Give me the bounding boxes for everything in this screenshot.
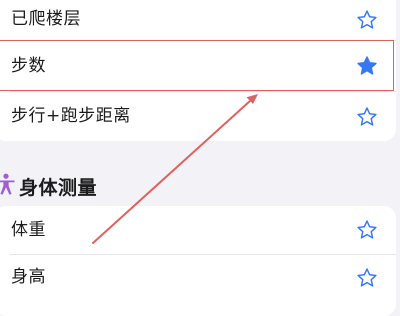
list-item-label: 步数	[11, 56, 46, 76]
star-filled-icon[interactable]	[356, 55, 378, 77]
section-title: 身体测量	[19, 177, 98, 199]
list-item-label: 步行+跑步距离	[11, 106, 131, 126]
list-item-height[interactable]: 身高	[0, 255, 396, 305]
list-item-walking-running-distance[interactable]: 步行+跑步距离	[0, 92, 396, 141]
list-item-steps[interactable]: 步数	[0, 41, 396, 91]
star-outline-icon[interactable]	[356, 219, 378, 241]
list-item-floors-climbed[interactable]: 已爬楼层	[0, 0, 396, 40]
list-item-label: 身高	[11, 267, 46, 287]
list-item-label: 体重	[11, 220, 46, 240]
star-outline-icon[interactable]	[356, 9, 378, 31]
activity-list-card: 已爬楼层 步数 步行+跑步距离	[0, 0, 396, 141]
list-item-label: 已爬楼层	[11, 9, 81, 29]
star-outline-icon[interactable]	[356, 267, 378, 289]
person-figure-icon	[0, 173, 15, 195]
list-item-weight[interactable]: 体重	[0, 206, 396, 254]
star-outline-icon[interactable]	[356, 106, 378, 128]
